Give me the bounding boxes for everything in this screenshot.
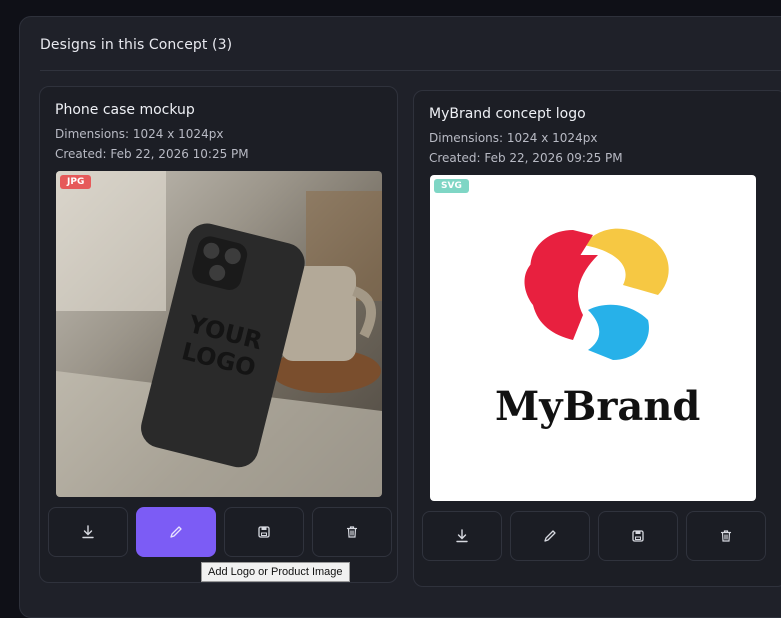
panel-divider (40, 70, 781, 71)
design-dimensions: Dimensions: 1024 x 1024px (55, 127, 224, 141)
trash-icon (720, 530, 732, 542)
save-button[interactable] (598, 511, 678, 561)
edit-button[interactable] (510, 511, 590, 561)
download-icon (82, 525, 94, 539)
download-button[interactable] (48, 507, 128, 557)
phone-mockup-image: YOUR LOGO (56, 171, 382, 497)
design-actions (48, 507, 392, 557)
design-created: Created: Feb 22, 2026 10:25 PM (55, 147, 249, 161)
logo-wordmark: MyBrand (495, 383, 700, 430)
format-badge: SVG (434, 179, 469, 193)
design-title: Phone case mockup (55, 102, 195, 118)
format-badge: JPG (60, 175, 92, 189)
design-thumbnail[interactable]: MyBrand SVG (430, 175, 756, 501)
design-actions (422, 511, 766, 561)
design-title: MyBrand concept logo (429, 106, 586, 122)
trash-icon (346, 526, 358, 538)
save-button[interactable] (224, 507, 304, 557)
pencil-icon (170, 526, 182, 538)
delete-button[interactable] (686, 511, 766, 561)
design-created: Created: Feb 22, 2026 09:25 PM (429, 151, 623, 165)
edit-button[interactable] (136, 507, 216, 557)
save-icon (632, 530, 644, 542)
download-icon (456, 529, 468, 543)
design-thumbnail[interactable]: YOUR LOGO JPG (56, 171, 382, 497)
design-card-phone-case: Phone case mockup Dimensions: 1024 x 102… (39, 86, 398, 583)
edit-tooltip: Add Logo or Product Image (201, 562, 350, 582)
download-button[interactable] (422, 511, 502, 561)
pencil-icon (544, 530, 556, 542)
design-dimensions: Dimensions: 1024 x 1024px (429, 131, 598, 145)
save-icon (258, 526, 270, 538)
mybrand-logo-image: MyBrand (495, 228, 700, 430)
panel-title: Designs in this Concept (3) (40, 37, 233, 53)
delete-button[interactable] (312, 507, 392, 557)
design-card-mybrand-logo: MyBrand concept logo Dimensions: 1024 x … (413, 90, 781, 587)
